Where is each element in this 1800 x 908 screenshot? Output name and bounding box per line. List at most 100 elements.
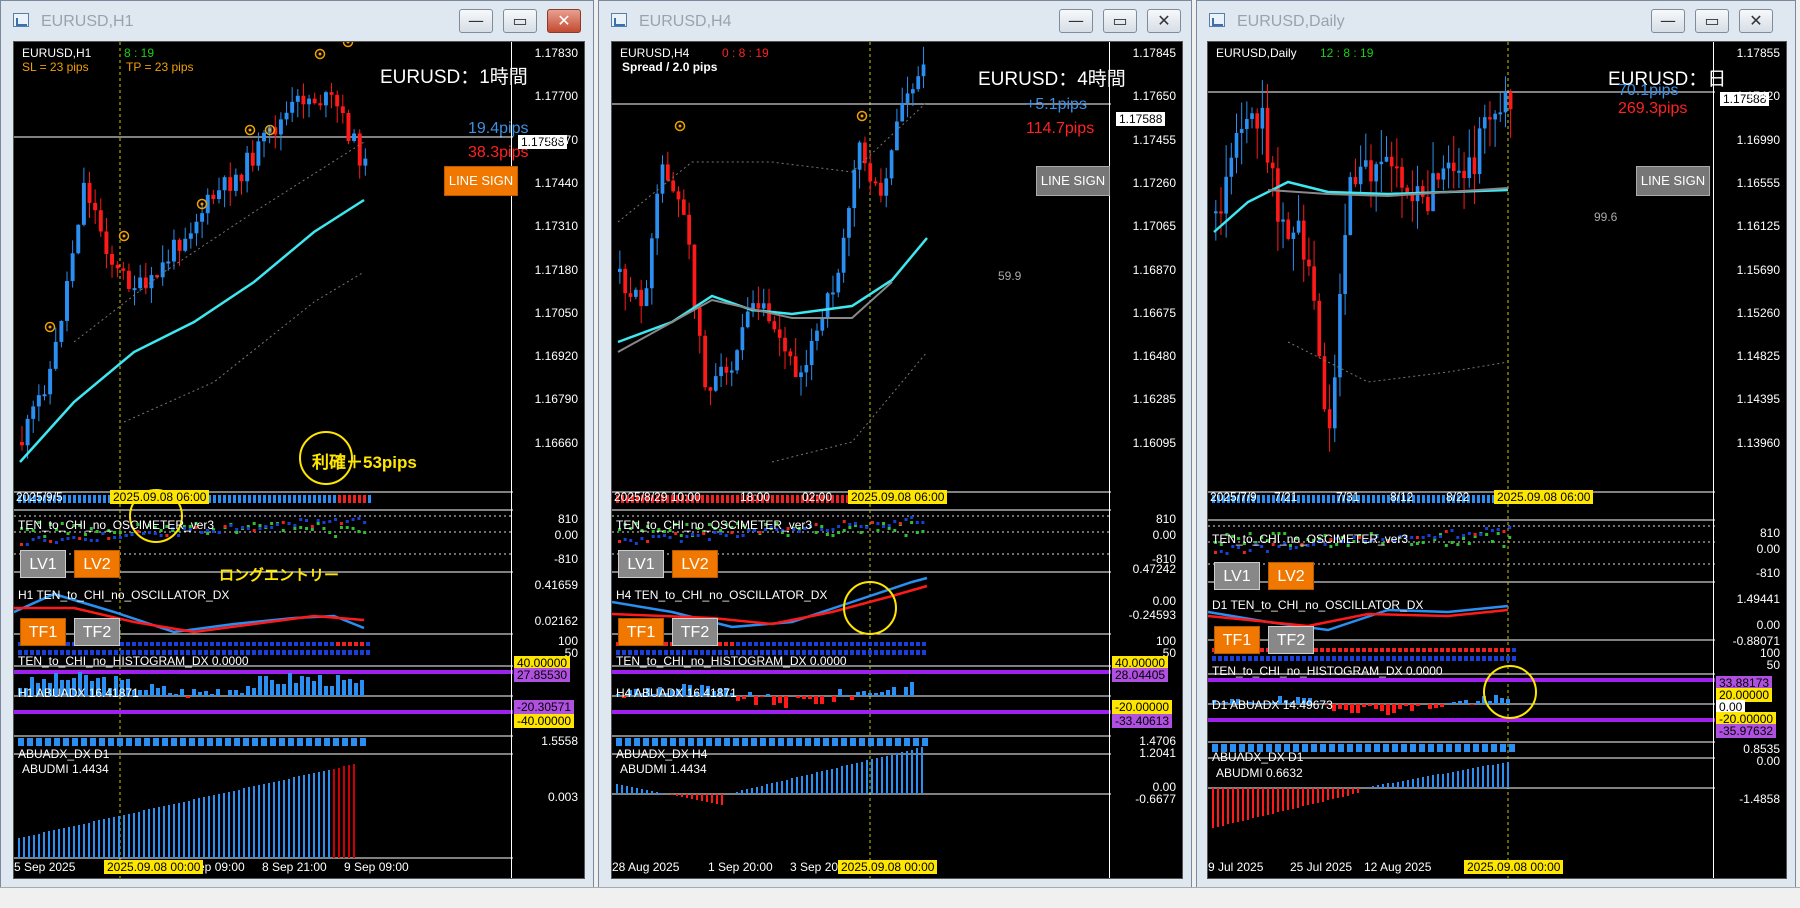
close-icon[interactable]: ✕ xyxy=(1147,9,1181,33)
lv1-button[interactable]: LV1 xyxy=(20,550,66,578)
osc-dot xyxy=(1444,530,1448,533)
maximize-icon[interactable]: ▭ xyxy=(1695,9,1729,33)
lv2-button[interactable]: LV2 xyxy=(74,550,120,578)
histogram-block xyxy=(772,642,776,646)
chart-area[interactable]: EURUSD,Daily 12 : 8 : 19 EURUSD：日 70.1pi… xyxy=(1207,41,1787,879)
window-titlebar[interactable]: EURUSD,H1 — ▭ ✕ xyxy=(1,1,593,41)
tf1-button[interactable]: TF1 xyxy=(618,618,664,646)
lv2-button[interactable]: LV2 xyxy=(672,550,718,578)
candle-body xyxy=(1338,293,1342,378)
abudmi-bar xyxy=(93,821,95,858)
strength-bar xyxy=(1482,495,1485,503)
price-tick: 1.17180 xyxy=(534,262,578,277)
osc-dot xyxy=(1467,542,1471,545)
histogram-block xyxy=(264,650,268,655)
abuadx-dx-bar xyxy=(1401,744,1407,752)
chart-area[interactable]: EURUSD,H1 8 : 19 SL = 23 pips TP = 23 pi… xyxy=(13,41,585,879)
line-sign-button[interactable]: LINE SIGN xyxy=(444,166,518,196)
strength-bar xyxy=(348,495,351,503)
osc-dot xyxy=(328,520,332,523)
strength-bar xyxy=(841,495,844,503)
tf2-button[interactable]: TF2 xyxy=(672,618,718,646)
strength-bar xyxy=(363,495,366,503)
osc-dot xyxy=(357,530,361,533)
histogram-block xyxy=(282,650,286,655)
line-sign-button[interactable]: LINE SIGN xyxy=(1036,166,1110,196)
abuadx-dx-bar xyxy=(279,738,285,746)
lv1-button[interactable]: LV1 xyxy=(1214,562,1260,590)
candle-body xyxy=(1255,113,1259,129)
panel-tick: -810 xyxy=(553,552,578,566)
panel-tick: -40.00000 xyxy=(514,714,575,728)
abuadx-dx-bar xyxy=(27,738,33,746)
histogram-block xyxy=(1308,656,1312,661)
abudmi-bar xyxy=(1307,788,1309,805)
chart-window-h1[interactable]: EURUSD,H1 — ▭ ✕ EURUSD,H1 8 : 19 SL = 23… xyxy=(0,0,594,890)
histogram-block xyxy=(850,650,854,655)
osc-dot xyxy=(825,533,829,536)
close-icon[interactable]: ✕ xyxy=(547,9,581,33)
chart-date-left: 2025/9/5 xyxy=(16,490,63,504)
time-badge: 2025.09.08 00:00 xyxy=(104,860,204,874)
chart-window-daily[interactable]: EURUSD,Daily — ▭ ✕ EURUSD,Daily 12 : 8 :… xyxy=(1196,0,1796,890)
bar-timer: 12 : 8 : 19 xyxy=(1320,46,1374,60)
osc-dot xyxy=(634,542,638,545)
lv2-button[interactable]: LV2 xyxy=(1268,562,1314,590)
tf2-button[interactable]: TF2 xyxy=(74,618,120,646)
window-titlebar[interactable]: EURUSD,H4 — ▭ ✕ xyxy=(599,1,1191,41)
abuadx-bar xyxy=(1470,704,1474,705)
abudmi-bar xyxy=(1287,788,1289,810)
oscimeter-name: TEN_to_CHI_no_OSCIMETER_ver3 xyxy=(616,518,813,532)
histogram-block xyxy=(1344,648,1348,652)
chart-area[interactable]: EURUSD,H4 0 : 8 : 19 Spread / 2.0 pips E… xyxy=(611,41,1183,879)
chart-window-h4[interactable]: EURUSD,H4 — ▭ ✕ EURUSD,H4 0 : 8 : 19 Spr… xyxy=(598,0,1192,890)
abudmi-bar xyxy=(846,765,848,794)
histogram-block xyxy=(1260,656,1264,661)
price-tick: 1.17050 xyxy=(534,305,578,320)
histogram-block xyxy=(306,642,310,646)
osc-dot xyxy=(618,540,621,543)
window-titlebar[interactable]: EURUSD,Daily — ▭ ✕ xyxy=(1197,1,1795,41)
current-price-box: 1.17588 xyxy=(1116,112,1166,126)
abuadx-dx-bar xyxy=(207,738,213,746)
abudmi-bar xyxy=(901,752,903,794)
price-tick: 1.16920 xyxy=(534,349,578,364)
histogram-block xyxy=(246,642,250,646)
panel-tick: -0.24593 xyxy=(1128,608,1176,622)
maximize-icon[interactable]: ▭ xyxy=(1103,9,1137,33)
histogram-block xyxy=(910,650,914,655)
histogram-block xyxy=(270,642,274,646)
tf2-button[interactable]: TF2 xyxy=(1268,626,1314,654)
abuadx-dx-bar xyxy=(634,738,640,746)
histogram-block xyxy=(318,642,322,646)
abuadx-dx-bar xyxy=(36,738,42,746)
candle-body xyxy=(1498,112,1503,115)
strength-bar xyxy=(836,495,839,503)
histogram-block xyxy=(1488,648,1492,652)
osc-dot xyxy=(258,524,262,527)
minimize-icon[interactable]: — xyxy=(1059,9,1093,33)
histogram-block xyxy=(1482,656,1486,661)
abuadx-bar xyxy=(778,696,782,703)
abuadx-bar xyxy=(324,686,328,696)
abudmi-bar xyxy=(856,763,858,794)
lv1-button[interactable]: LV1 xyxy=(618,550,664,578)
candle-body xyxy=(777,329,782,338)
osc-dot xyxy=(651,535,655,538)
minimize-icon[interactable]: — xyxy=(459,9,493,33)
abuadx-dx-bar xyxy=(886,738,892,746)
tf1-button[interactable]: TF1 xyxy=(1214,626,1260,654)
histogram-block xyxy=(1320,648,1324,652)
abuadx-bar xyxy=(1410,704,1414,711)
histogram-block xyxy=(1410,656,1414,661)
osc-dot xyxy=(206,532,210,535)
histogram-block xyxy=(1314,648,1318,652)
strength-bar xyxy=(711,495,714,503)
close-icon[interactable]: ✕ xyxy=(1739,9,1773,33)
minimize-icon[interactable]: — xyxy=(1651,9,1685,33)
maximize-icon[interactable]: ▭ xyxy=(503,9,537,33)
histogram-block xyxy=(330,650,334,655)
candle-body xyxy=(335,94,340,107)
line-sign-button[interactable]: LINE SIGN xyxy=(1636,166,1710,196)
tf1-button[interactable]: TF1 xyxy=(20,618,66,646)
